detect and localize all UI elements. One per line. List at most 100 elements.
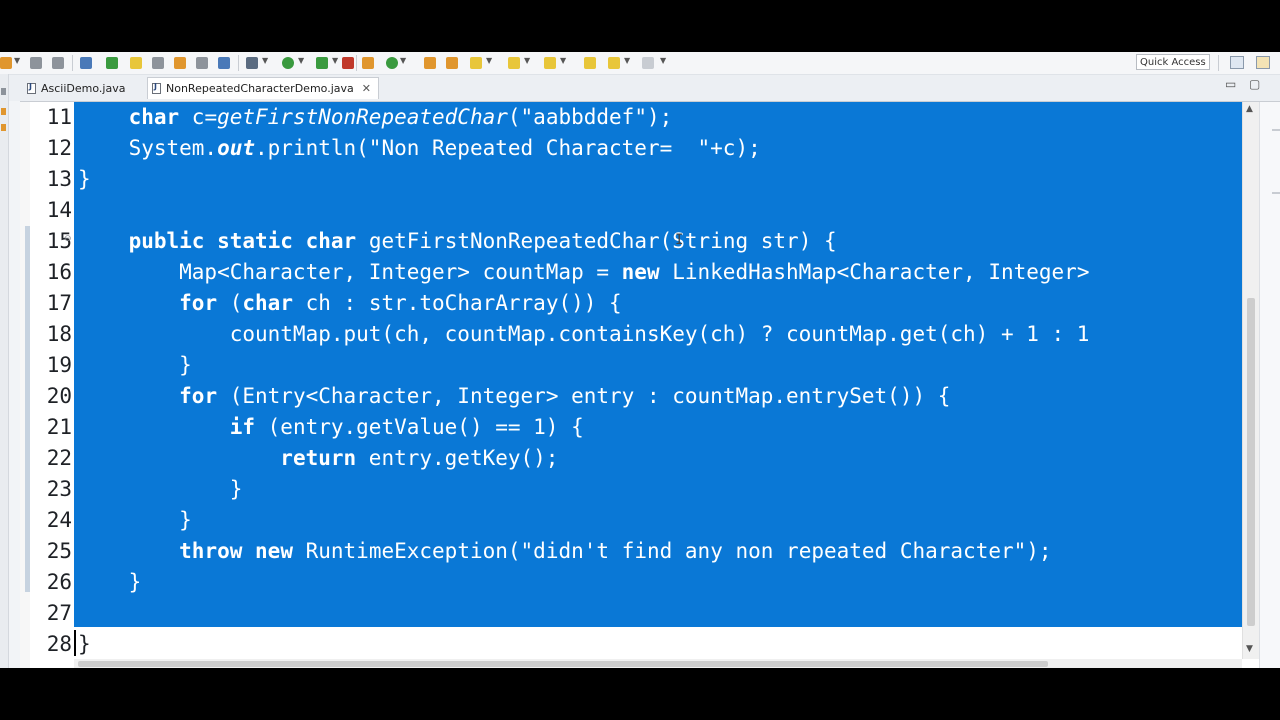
perspective-icon[interactable] <box>1230 56 1244 69</box>
new-icon[interactable] <box>0 57 12 69</box>
code-line: for (char ch : str.toCharArray()) { <box>78 288 622 319</box>
chevron-down-icon[interactable]: ▼ <box>560 56 566 65</box>
chevron-down-icon[interactable]: ▼ <box>400 56 406 65</box>
open-folder-icon[interactable] <box>174 57 186 69</box>
chevron-down-icon[interactable]: ▼ <box>524 56 530 65</box>
line-number: 19 <box>46 353 72 377</box>
minimized-view-icon[interactable] <box>1 108 6 115</box>
chevron-down-icon[interactable]: ▼ <box>262 56 268 65</box>
chevron-down-icon[interactable]: ▼ <box>14 56 20 65</box>
package-icon[interactable] <box>362 57 374 69</box>
tab-label: NonRepeatedCharacterDemo.java <box>166 82 354 95</box>
code-editor[interactable]: 11 12 13 14 15 16 17 18 19 20 21 22 23 24 25 26 27 28 ⊖ c… <box>20 101 1280 668</box>
code-text-area[interactable]: char c=getFirstNonRepeatedChar("aabbddef… <box>74 102 1242 668</box>
search-file-icon[interactable] <box>424 57 436 69</box>
open-type-icon[interactable] <box>152 57 164 69</box>
code-token: for <box>179 384 218 408</box>
minimized-view-icon[interactable] <box>1 124 6 131</box>
code-token: } <box>78 570 142 594</box>
toolbar-separator <box>238 55 239 71</box>
chevron-down-icon[interactable]: ▼ <box>332 56 338 65</box>
chevron-down-icon[interactable]: ▼ <box>298 56 304 65</box>
code-token: } <box>78 632 91 656</box>
quick-access-field[interactable]: Quick Access <box>1136 54 1210 70</box>
prev-edit-icon[interactable] <box>608 57 620 69</box>
scroll-up-icon[interactable]: ▲ <box>1246 104 1253 114</box>
edit-icon[interactable] <box>470 57 482 69</box>
gear-icon[interactable] <box>246 57 258 69</box>
toolbar-separator <box>72 55 73 71</box>
line-number: 21 <box>46 415 72 439</box>
code-token: } <box>78 353 192 377</box>
save-icon[interactable] <box>30 57 42 69</box>
code-line: } <box>78 505 192 536</box>
save-all-icon[interactable] <box>52 57 64 69</box>
chevron-down-icon[interactable]: ▼ <box>660 56 666 65</box>
text-caret <box>74 630 76 656</box>
back-icon[interactable] <box>584 57 596 69</box>
code-token: LinkedHashMap<Character, Integer> <box>659 260 1090 284</box>
chevron-down-icon[interactable]: ▼ <box>624 56 630 65</box>
line-number: 11 <box>46 105 72 129</box>
task-icon[interactable] <box>196 57 208 69</box>
run-icon[interactable] <box>282 57 294 69</box>
fold-collapse-icon[interactable]: ⊖ <box>64 235 72 244</box>
ide-window: ▼ ▼ ▼ ▼ ▼ ▼ ▼ ▼ ▼ ▼ Quick Access J Ascii… <box>0 52 1280 668</box>
code-token: ch : str.toCharArray()) { <box>292 291 622 315</box>
code-token: } <box>78 167 91 191</box>
pin-icon[interactable] <box>218 57 230 69</box>
coverage-icon[interactable] <box>342 57 354 69</box>
scroll-down-icon[interactable]: ▼ <box>1246 644 1253 654</box>
vertical-scrollbar[interactable]: ▲ ▼ <box>1242 102 1260 659</box>
code-token: ( <box>217 291 243 315</box>
code-token: char <box>305 229 357 253</box>
minimize-icon[interactable]: ▭ <box>1225 77 1236 91</box>
search-icon[interactable] <box>80 57 92 69</box>
code-token: throw <box>179 539 243 563</box>
horizontal-scrollbar[interactable] <box>74 659 1242 668</box>
code-token: ("aabbddef"); <box>507 105 673 129</box>
code-token: (entry.getValue() == 1) { <box>255 415 584 439</box>
code-line: System.out.println("Non Repeated Charact… <box>78 133 761 164</box>
chevron-down-icon[interactable]: ▼ <box>486 56 492 65</box>
minimized-view-icon[interactable] <box>1 88 6 95</box>
code-token: } <box>78 508 192 532</box>
next-annotation-icon[interactable] <box>508 57 520 69</box>
line-number-gutter: 11 12 13 14 15 16 17 18 19 20 21 22 23 24 25 26 27 28 <box>30 102 74 668</box>
annotation-ruler <box>20 102 30 668</box>
java-perspective-icon[interactable] <box>1256 56 1270 69</box>
code-token: .println("Non Repeated Character= "+c); <box>255 136 761 160</box>
close-icon[interactable]: ✕ <box>362 82 371 95</box>
code-token: getFirstNonRepeatedChar(String str) { <box>356 229 837 253</box>
debug-icon[interactable] <box>106 57 118 69</box>
marker-icon[interactable] <box>130 57 142 69</box>
code-token: new <box>255 539 293 563</box>
code-token: for <box>179 291 218 315</box>
code-token: public <box>128 229 205 253</box>
maximize-icon[interactable]: ▢ <box>1249 77 1260 91</box>
code-line: char c=getFirstNonRepeatedChar("aabbddef… <box>78 102 673 133</box>
prev-annotation-icon[interactable] <box>544 57 556 69</box>
left-trim-bar <box>0 74 9 668</box>
forward-icon[interactable] <box>642 57 654 69</box>
code-token: entry.getKey(); <box>356 446 559 470</box>
line-number: 23 <box>46 477 72 501</box>
mouse-ibeam-cursor: I <box>675 232 684 248</box>
code-line: return entry.getKey(); <box>78 443 558 474</box>
code-token: getFirstNonRepeatedChar <box>217 105 508 129</box>
tab-nonrepeatedcharacterdemo[interactable]: NonRepeatedCharacterDemo.java ✕ <box>147 77 379 99</box>
tab-asciidemo[interactable]: AsciiDemo.java <box>23 77 143 99</box>
line-number: 12 <box>46 136 72 160</box>
vertical-scroll-thumb[interactable] <box>1247 298 1255 626</box>
run-ext-icon[interactable] <box>316 57 328 69</box>
refresh-icon[interactable] <box>386 57 398 69</box>
horizontal-scroll-thumb[interactable] <box>78 661 1048 667</box>
open-task-icon[interactable] <box>446 57 458 69</box>
line-number: 24 <box>46 508 72 532</box>
